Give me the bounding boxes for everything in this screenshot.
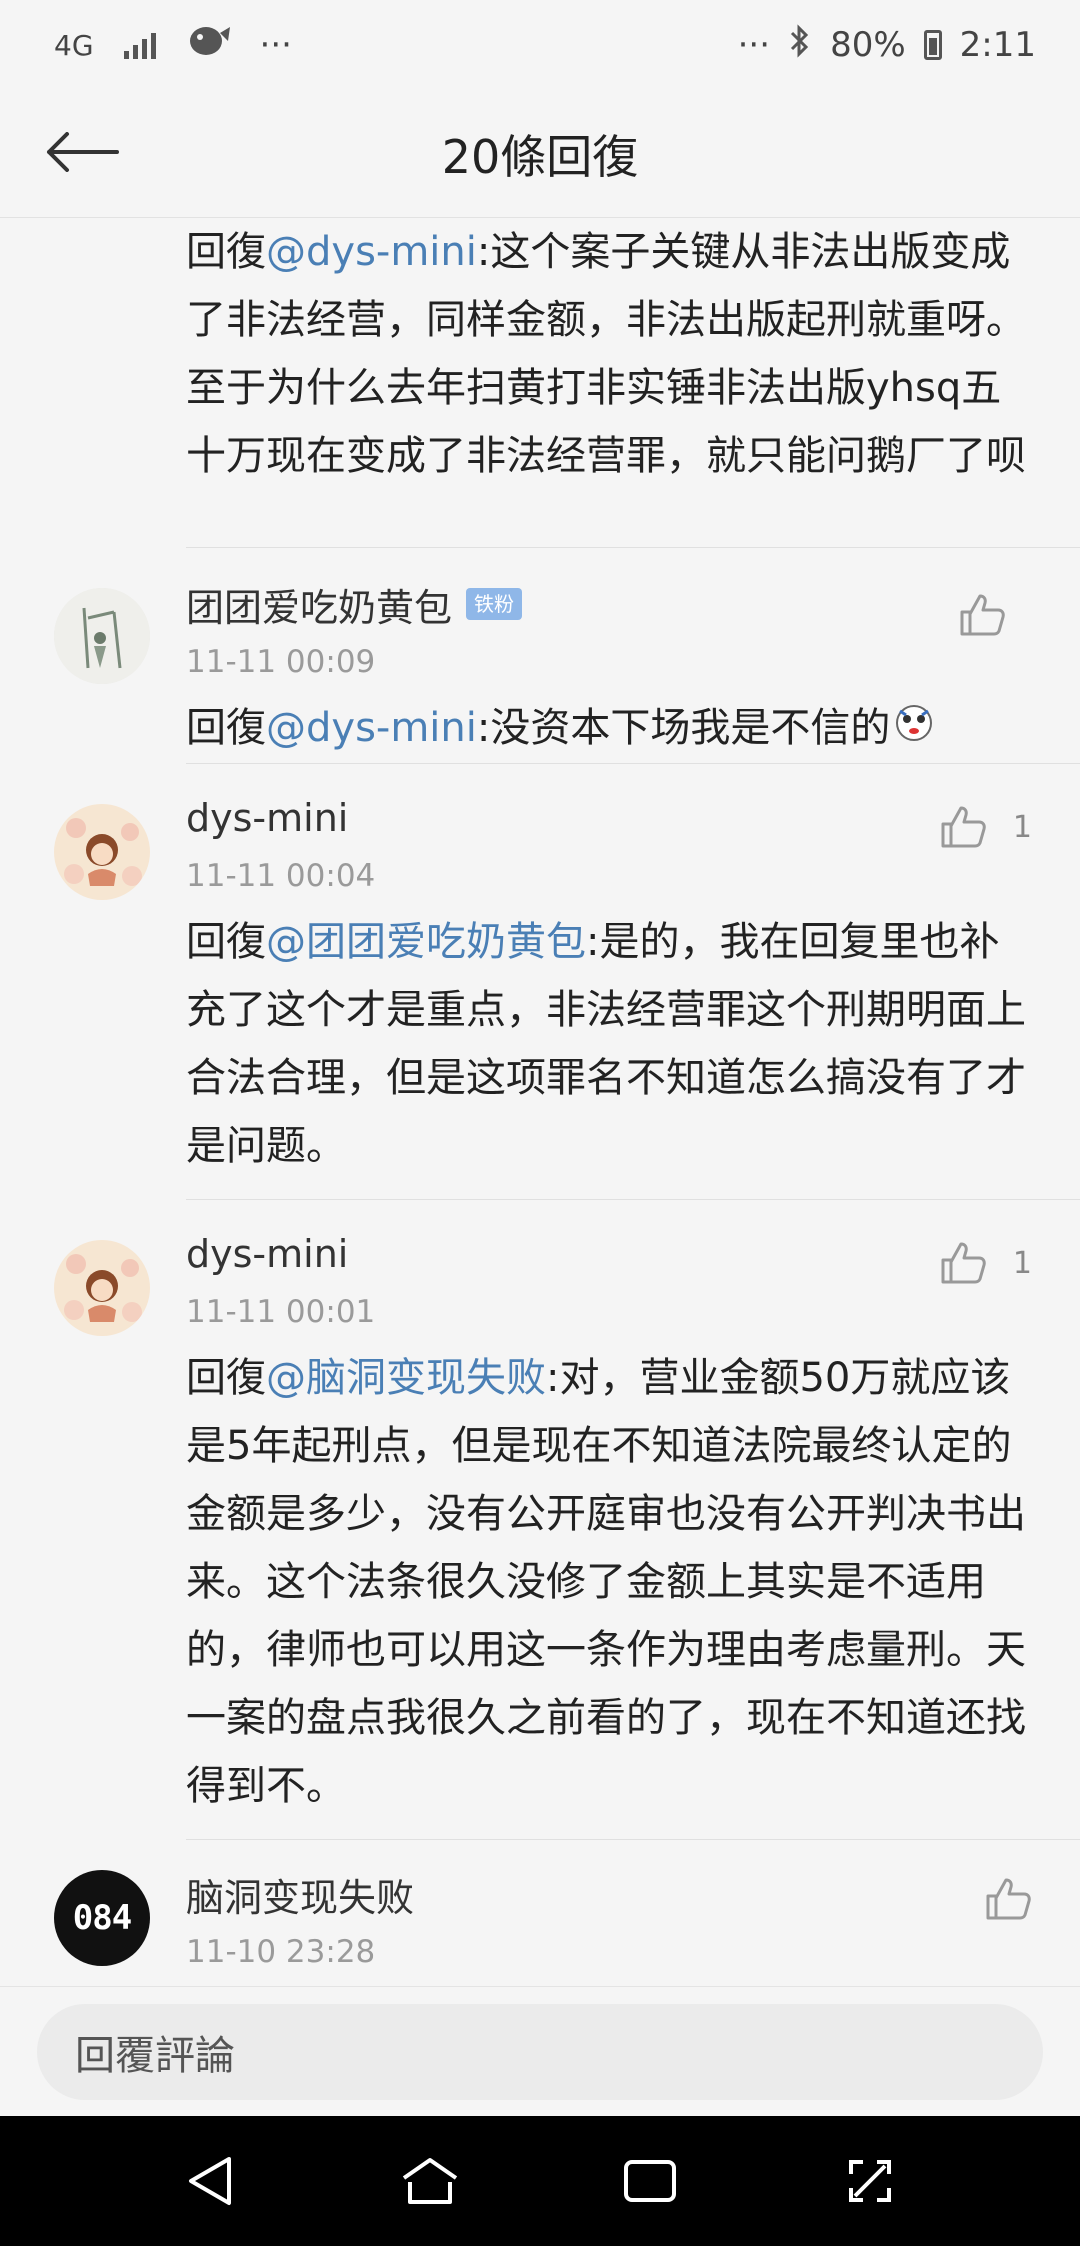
thumbs-up-icon (986, 1878, 1031, 1920)
comment-item: 回復@dys-mini:这个案子关键从非法出版变成了非法经营，同样金额，非法出版… (0, 218, 1080, 548)
avatar[interactable] (54, 588, 150, 684)
avatar[interactable] (54, 804, 150, 900)
home-icon (402, 2158, 458, 2204)
nav-back-button[interactable] (170, 2141, 250, 2221)
page-title: 20條回復 (441, 129, 639, 184)
comment-time: 11-11 00:04 (186, 858, 376, 894)
fan-badge: 铁粉 (466, 588, 523, 620)
comment-text: 回復@dys-mini:这个案子关键从非法出版变成了非法经营，同样金额，非法出版… (186, 218, 1030, 512)
comment-author[interactable]: 团团爱吃奶黄包 (186, 577, 452, 632)
comment-item: dys-mini 11-11 00:01 1 回復@脑洞变现失败:对，营业金额5… (0, 1200, 1080, 1840)
nav-expand-button[interactable] (830, 2141, 910, 2221)
mention-link[interactable]: @dys-mini (266, 229, 477, 275)
like-button[interactable]: 1 (939, 804, 1032, 850)
battery-icon (923, 30, 942, 60)
like-count: 1 (1012, 809, 1032, 845)
recents-icon (624, 2160, 676, 2202)
comment-time: 11-11 00:01 (186, 1294, 376, 1330)
like-button[interactable] (958, 592, 1032, 638)
nav-recents-button[interactable] (610, 2141, 690, 2221)
thumbs-up-icon (960, 594, 1005, 636)
mention-link[interactable]: @dys-mini (266, 705, 477, 751)
bluetooth-icon (788, 23, 812, 68)
reply-prefix: 回復 (186, 1355, 266, 1401)
header: 20條回復 (0, 90, 1080, 218)
nav-home-button[interactable] (390, 2141, 470, 2221)
like-button[interactable] (984, 1876, 1032, 1922)
reply-prefix: 回復 (186, 919, 266, 965)
like-count: 1 (1012, 1245, 1032, 1281)
comment-list[interactable]: 回復@dys-mini:这个案子关键从非法出版变成了非法经营，同样金额，非法出版… (0, 218, 1080, 1986)
comment-author[interactable]: dys-mini (186, 796, 348, 840)
comment-author[interactable]: dys-mini (186, 1232, 348, 1276)
more-notifications-icon: ··· (259, 25, 292, 65)
comment-item: 团团爱吃奶黄包 铁粉 11-11 00:09 回復@dys-mini:没资本下场… (0, 548, 1080, 764)
network-indicator: 4G (54, 28, 94, 62)
mention-link[interactable]: @脑洞变现失败 (266, 1355, 546, 1401)
avatar[interactable] (54, 1240, 150, 1336)
emoji-icon (894, 696, 934, 764)
comment-text: 回復@团团爱吃奶黄包:是的，我在回复里也补充了这个才是重点，非法经营罪这个刑期明… (186, 904, 1030, 1202)
thumbs-up-icon (941, 806, 986, 848)
reply-bar: 回覆評論 (0, 1986, 1080, 2116)
expand-icon (849, 2160, 891, 2202)
status-bar: 4G ··· ··· 80% 2:11 (0, 0, 1080, 90)
comment-time: 11-10 23:28 (186, 1934, 376, 1970)
battery-percentage: 80% (830, 25, 906, 65)
reply-input[interactable]: 回覆評論 (37, 2003, 1043, 2100)
back-button[interactable] (42, 120, 122, 184)
comment-author[interactable]: 脑洞变现失败 (186, 1867, 414, 1922)
comment-item: 084 脑洞变现失败 11-10 23:28 (0, 1840, 1080, 1986)
more-status-icon: ··· (737, 25, 771, 65)
back-arrow-icon (47, 132, 119, 172)
clock: 2:11 (959, 25, 1036, 65)
comment-item: dys-mini 11-11 00:04 1 回復@团团爱吃奶黄包:是的，我在回… (0, 764, 1080, 1200)
thumbs-up-icon (941, 1242, 986, 1284)
triangle-back-icon (189, 2157, 231, 2205)
like-button[interactable]: 1 (939, 1240, 1032, 1286)
comment-content: :没资本下场我是不信的 (476, 705, 891, 751)
app-notification-icon (186, 23, 230, 68)
system-nav-bar (0, 2116, 1080, 2246)
reply-prefix: 回復 (186, 229, 266, 275)
signal-icon (123, 31, 156, 59)
comment-time: 11-11 00:09 (186, 644, 376, 680)
reply-prefix: 回復 (186, 705, 266, 751)
avatar-text: 084 (72, 1898, 132, 1938)
comment-text: 回復@脑洞变现失败:对，营业金额50万就应该是5年起刑点，但是现在不知道法院最终… (186, 1340, 1030, 1842)
comment-content: :对，营业金额50万就应该是5年起刑点，但是现在不知道法院最终认定的金额是多少，… (186, 1355, 1026, 1809)
mention-link[interactable]: @团团爱吃奶黄包 (266, 919, 586, 965)
avatar[interactable]: 084 (54, 1870, 150, 1966)
